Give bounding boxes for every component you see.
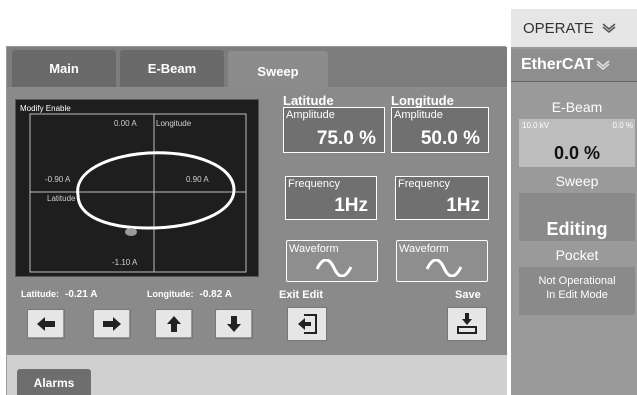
pocket-status-line1: Not Operational: [538, 275, 616, 287]
pocket-status-box: Not Operational In Edit Mode: [519, 267, 635, 315]
sweep-plot-graphic: [29, 113, 247, 273]
save-button[interactable]: [447, 307, 487, 341]
status-sidebar: OPERATE EtherCAT E-Beam 10.0 kV 0.0 % 0.…: [511, 9, 637, 395]
sweep-pattern-plot[interactable]: Modify Enable 0.00 A Longitude -0.90 A 0…: [15, 99, 259, 277]
arrow-up-button[interactable]: [155, 309, 193, 339]
longitude-frequency-field[interactable]: Frequency 1Hz: [395, 176, 489, 220]
ebeam-status-title: E-Beam: [551, 99, 603, 115]
longitude-amplitude-label: Amplitude: [394, 109, 443, 121]
chevron-down-icon: [602, 23, 616, 33]
plot-top-label: 0.00 A: [114, 119, 137, 128]
longitude-readout-label: Longitude:: [147, 289, 194, 299]
ethercat-label: EtherCAT: [521, 56, 594, 73]
tab-main[interactable]: Main: [12, 50, 116, 87]
sweep-status: Editing: [546, 219, 608, 239]
save-label: Save: [455, 289, 481, 301]
longitude-frequency-value: 1Hz: [446, 195, 480, 216]
ebeam-status-box: 10.0 kV 0.0 % 0.0 %: [519, 119, 635, 167]
latitude-amplitude-value: 75.0 %: [316, 128, 376, 149]
latitude-readout-label: Latitude:: [21, 289, 59, 299]
latitude-frequency-label: Frequency: [288, 178, 340, 190]
longitude-amplitude-value: 50.0 %: [420, 128, 480, 149]
latitude-readout-value: -0.21 A: [65, 289, 98, 300]
sine-wave-icon: [425, 259, 463, 277]
modify-enable-label: Modify Enable: [20, 104, 71, 113]
tab-sweep[interactable]: Sweep: [228, 51, 328, 91]
plot-bottom-label: -1.10 A: [112, 258, 138, 267]
operate-dropdown[interactable]: OPERATE: [511, 9, 637, 47]
longitude-waveform-button[interactable]: Waveform: [396, 240, 488, 282]
pocket-status-title: Pocket: [555, 247, 599, 263]
arrow-down-icon: [227, 316, 241, 332]
ebeam-pct-small: 0.0 %: [612, 121, 633, 130]
longitude-waveform-label: Waveform: [399, 243, 449, 255]
tab-ebeam[interactable]: E-Beam: [120, 50, 224, 87]
latitude-waveform-button[interactable]: Waveform: [286, 240, 378, 282]
latitude-waveform-label: Waveform: [289, 243, 339, 255]
sweep-status-box: Editing: [519, 193, 635, 241]
latitude-readout: Latitude: -0.21 A: [21, 289, 97, 300]
sweep-panel: Main E-Beam Sweep Modify Enable 0.00 A L…: [6, 46, 507, 395]
arrow-right-button[interactable]: [93, 309, 131, 339]
chevron-down-icon: [596, 60, 610, 70]
sweep-status-title: Sweep: [555, 173, 599, 189]
latitude-frequency-value: 1Hz: [334, 195, 368, 216]
exit-edit-icon: [298, 314, 317, 334]
longitude-frequency-label: Frequency: [398, 178, 450, 190]
plot-latitude-label: Latitude: [47, 194, 76, 203]
plot-right-label: 0.90 A: [186, 175, 209, 184]
arrow-left-button[interactable]: [27, 309, 65, 339]
exit-edit-button[interactable]: [287, 307, 327, 341]
longitude-readout-value: -0.82 A: [199, 289, 232, 300]
alarms-tab[interactable]: Alarms: [17, 369, 91, 395]
arrow-up-icon: [167, 316, 181, 332]
longitude-header: Longitude: [391, 93, 454, 108]
latitude-header: Latitude: [283, 93, 334, 108]
ethercat-dropdown[interactable]: EtherCAT: [511, 49, 637, 82]
save-icon: [457, 313, 477, 334]
operate-label: OPERATE: [523, 19, 594, 37]
ebeam-kv: 10.0 kV: [522, 121, 550, 130]
longitude-amplitude-field[interactable]: Amplitude 50.0 %: [391, 107, 489, 153]
plot-left-label: -0.90 A: [45, 175, 71, 184]
latitude-amplitude-field[interactable]: Amplitude 75.0 %: [283, 107, 385, 153]
latitude-frequency-field[interactable]: Frequency 1Hz: [285, 176, 377, 220]
longitude-readout: Longitude: -0.82 A: [147, 289, 232, 300]
latitude-amplitude-label: Amplitude: [286, 109, 335, 121]
sweep-content: Modify Enable 0.00 A Longitude -0.90 A 0…: [7, 87, 507, 355]
arrow-down-button[interactable]: [215, 309, 253, 339]
plot-longitude-label: Longitude: [156, 119, 192, 128]
sine-wave-icon: [315, 259, 353, 277]
arrow-right-icon: [103, 317, 121, 331]
pocket-status-line2: In Edit Mode: [546, 289, 608, 301]
tab-bar: Main E-Beam Sweep: [7, 47, 507, 91]
exit-edit-label: Exit Edit: [279, 289, 324, 301]
arrow-left-icon: [37, 317, 55, 331]
footer-bar: Alarms: [7, 355, 507, 395]
ebeam-value: 0.0 %: [553, 143, 601, 163]
